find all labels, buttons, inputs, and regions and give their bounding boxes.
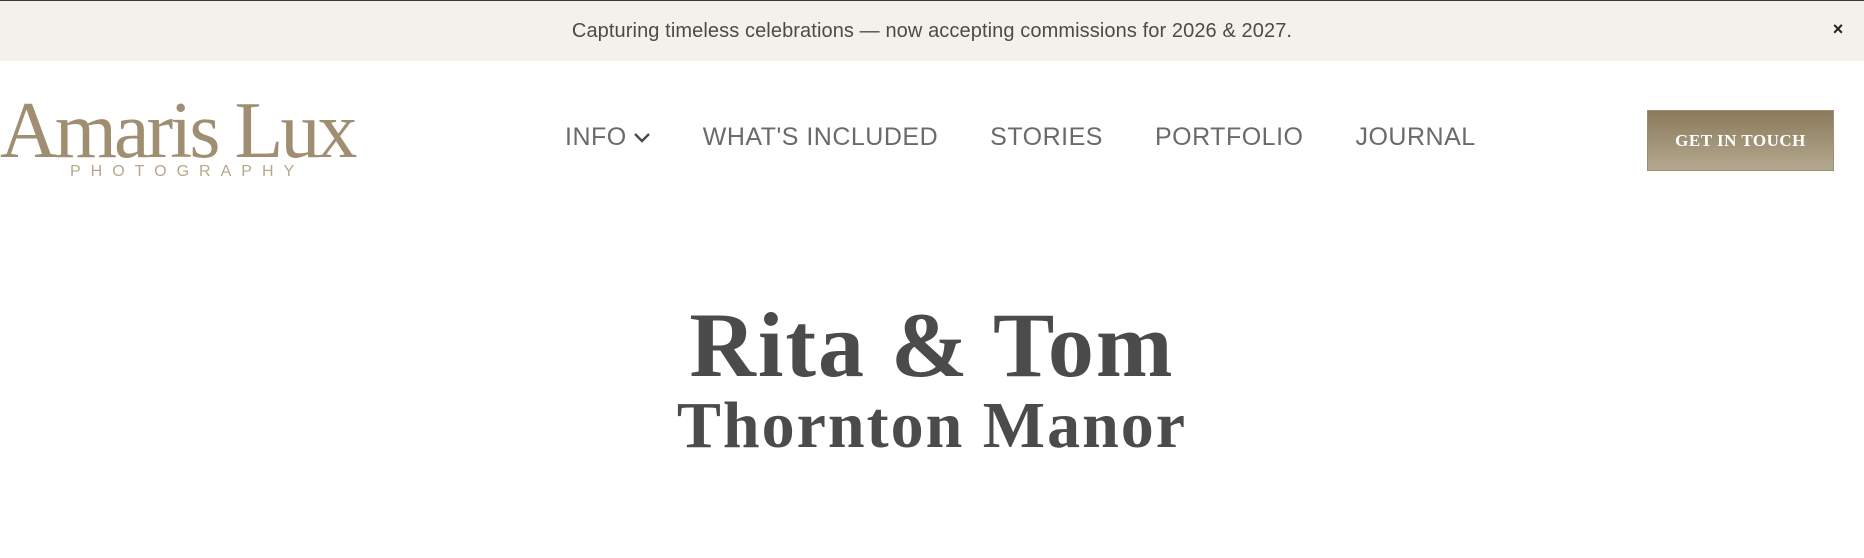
page-title: Rita & Tom <box>689 294 1175 396</box>
announcement-text: Capturing timeless celebrations — now ac… <box>571 19 1293 42</box>
page-subtitle: Thornton Manor <box>676 389 1188 462</box>
hero: Rita & Tom Thornton Manor <box>0 295 1864 461</box>
nav-item-journal[interactable]: JOURNAL <box>1355 123 1475 152</box>
nav-item-portfolio[interactable]: PORTFOLIO <box>1155 123 1304 152</box>
logo[interactable]: Amaris Lux PHOTOGRAPHY <box>0 91 380 181</box>
nav-item-label: STORIES <box>990 123 1103 151</box>
logo-wordmark: Amaris Lux <box>0 87 357 175</box>
nav-item-label: WHAT'S INCLUDED <box>702 123 939 151</box>
main-nav: INFO WHAT'S INCLUDED STORIES PORTFOLIO J… <box>565 123 1476 152</box>
nav-item-whats-included[interactable]: WHAT'S INCLUDED <box>703 123 938 152</box>
chevron-down-icon <box>633 132 651 144</box>
get-in-touch-button[interactable]: GET IN TOUCH <box>1647 110 1834 171</box>
nav-item-label: JOURNAL <box>1355 123 1476 151</box>
logo-tagline: PHOTOGRAPHY <box>70 163 305 180</box>
site-header: Amaris Lux PHOTOGRAPHY INFO WHAT'S INCLU… <box>0 61 1864 219</box>
nav-item-stories[interactable]: STORIES <box>990 123 1103 152</box>
close-icon[interactable]: × <box>1826 17 1850 41</box>
nav-item-info[interactable]: INFO <box>565 123 651 152</box>
nav-item-label: INFO <box>565 123 627 151</box>
announcement-bar: Capturing timeless celebrations — now ac… <box>0 0 1864 61</box>
nav-item-label: PORTFOLIO <box>1154 123 1304 151</box>
get-in-touch-label: GET IN TOUCH <box>1675 130 1806 150</box>
